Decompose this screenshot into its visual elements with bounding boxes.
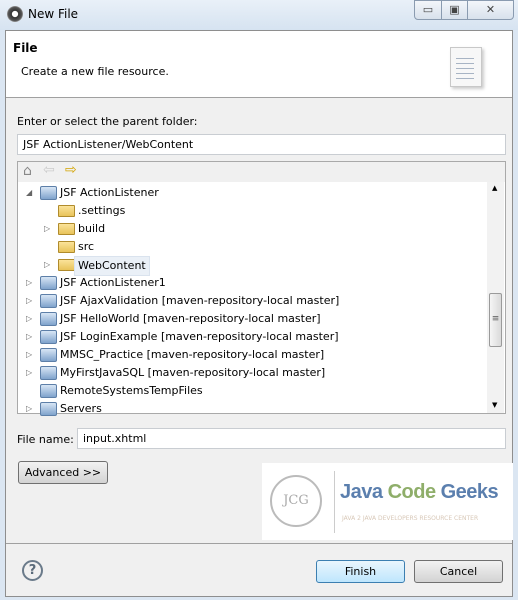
folder-tree[interactable]: ⌂ ⇦ ⇨ ◢ JSF ActionListener .settings ▷ build… bbox=[17, 161, 506, 416]
window-title: New File bbox=[28, 7, 79, 21]
expand-icon[interactable]: ▷ bbox=[26, 274, 32, 292]
folder-icon bbox=[58, 259, 75, 271]
folder-icon bbox=[58, 223, 75, 235]
project-icon bbox=[40, 402, 57, 416]
scroll-down-icon[interactable]: ▼ bbox=[492, 401, 497, 409]
tree-item-label: JSF ActionListener1 bbox=[60, 276, 166, 289]
collapse-icon[interactable]: ◢ bbox=[26, 184, 32, 202]
advanced-button[interactable]: Advanced >> bbox=[18, 461, 108, 484]
tree-item-label: JSF ActionListener bbox=[60, 186, 159, 199]
page-title: File bbox=[13, 41, 38, 55]
tree-item-label: build bbox=[78, 222, 106, 235]
jcg-badge: JCG bbox=[270, 475, 322, 527]
file-name-input[interactable]: input.xhtml bbox=[77, 428, 506, 449]
tree-item-label: .settings bbox=[78, 204, 126, 217]
tree-item-label: Servers bbox=[60, 402, 102, 415]
project-icon bbox=[40, 294, 57, 308]
folder-icon bbox=[58, 241, 75, 253]
expand-icon[interactable]: ▷ bbox=[26, 328, 32, 346]
tree-item-label: MMSC_Practice [maven-repository-local ma… bbox=[60, 348, 325, 361]
dialog-body: File Create a new file resource. Enter o… bbox=[5, 30, 513, 597]
folder-icon bbox=[58, 205, 75, 217]
expand-icon[interactable]: ▷ bbox=[26, 346, 32, 364]
tree-item-label: MyFirstJavaSQL [maven-repository-local m… bbox=[60, 366, 326, 379]
maximize-button[interactable]: ▣ bbox=[441, 0, 468, 20]
logo-text: Java Code Geeks bbox=[340, 481, 499, 503]
project-icon bbox=[40, 366, 57, 380]
logo-divider bbox=[334, 471, 335, 533]
project-icon bbox=[40, 384, 57, 398]
back-icon[interactable]: ⇦ bbox=[43, 162, 55, 178]
file-name-label: File name: bbox=[17, 433, 74, 446]
wizard-header: File Create a new file resource. bbox=[6, 31, 512, 98]
finish-button[interactable]: Finish bbox=[316, 560, 405, 583]
project-icon bbox=[40, 348, 57, 362]
tree-toolbar: ⌂ ⇦ ⇨ bbox=[18, 162, 505, 182]
scroll-up-icon[interactable]: ▲ bbox=[492, 184, 497, 192]
logo-tagline: JAVA 2 JAVA DEVELOPERS RESOURCE CENTER bbox=[342, 515, 479, 522]
project-icon bbox=[40, 186, 57, 200]
tree-item-label: src bbox=[78, 240, 95, 253]
close-button[interactable]: ✕ bbox=[467, 0, 514, 20]
project-icon bbox=[40, 276, 57, 290]
home-icon[interactable]: ⌂ bbox=[23, 163, 32, 179]
title-bar: New File ▭ ▣ ✕ bbox=[0, 0, 518, 30]
tree-item-label: RemoteSystemsTempFiles bbox=[60, 384, 203, 397]
parent-folder-label: Enter or select the parent folder: bbox=[17, 115, 198, 128]
expand-icon[interactable]: ▷ bbox=[44, 256, 50, 274]
expand-icon[interactable]: ▷ bbox=[26, 400, 32, 418]
java-code-geeks-logo: JCG Java Code Geeks JAVA 2 JAVA DEVELOPE… bbox=[262, 463, 513, 540]
expand-icon[interactable]: ▷ bbox=[26, 292, 32, 310]
expand-icon[interactable]: ▷ bbox=[44, 220, 50, 238]
cancel-button[interactable]: Cancel bbox=[414, 560, 503, 583]
expand-icon[interactable]: ▷ bbox=[26, 364, 32, 382]
parent-folder-input[interactable]: JSF ActionListener/WebContent bbox=[17, 134, 506, 155]
help-icon[interactable]: ? bbox=[22, 560, 43, 581]
scrollbar-thumb[interactable]: ≡ bbox=[489, 293, 502, 347]
expand-icon[interactable]: ▷ bbox=[26, 310, 32, 328]
eclipse-icon bbox=[7, 6, 23, 22]
project-icon bbox=[40, 312, 57, 326]
tree-item-label: JSF LoginExample [maven-repository-local… bbox=[60, 330, 339, 343]
tree-item-label: JSF AjaxValidation [maven-repository-loc… bbox=[60, 294, 340, 307]
tree-item-label: JSF HelloWorld [maven-repository-local m… bbox=[60, 312, 321, 325]
footer-divider bbox=[6, 543, 512, 544]
page-description: Create a new file resource. bbox=[21, 65, 169, 78]
forward-icon[interactable]: ⇨ bbox=[65, 162, 77, 178]
project-icon bbox=[40, 330, 57, 344]
minimize-button[interactable]: ▭ bbox=[414, 0, 442, 20]
vertical-scrollbar[interactable]: ▲ ≡ ▼ bbox=[487, 182, 504, 413]
tree-item-label: WebContent bbox=[74, 256, 150, 276]
new-file-icon bbox=[450, 47, 482, 87]
